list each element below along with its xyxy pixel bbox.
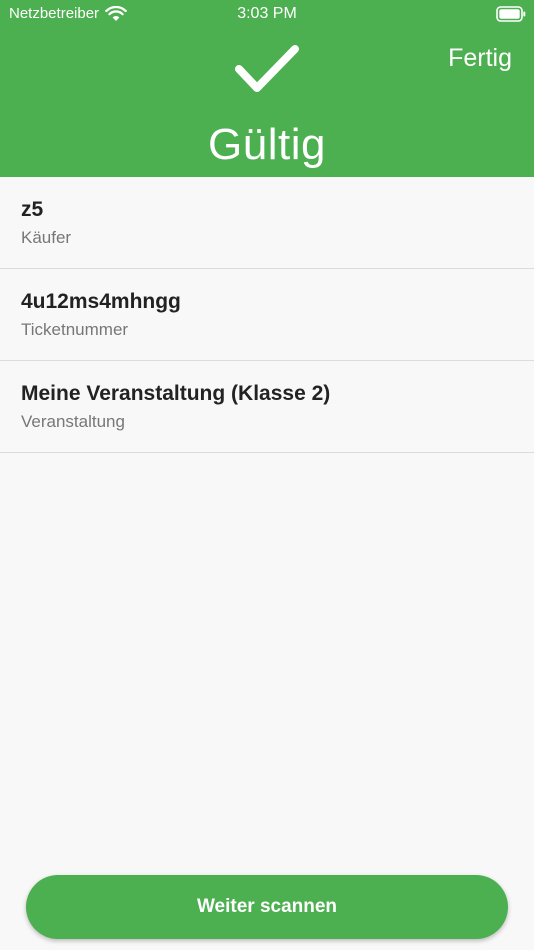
buyer-value: z5	[21, 198, 44, 221]
result-header: Netzbetreiber 3:03 PM Fertig Gültig	[0, 0, 534, 177]
buyer-label: Käufer	[21, 228, 72, 247]
continue-scanning-button[interactable]: Weiter scannen	[26, 875, 508, 939]
battery-icon	[496, 6, 526, 22]
event-value: Meine Veranstaltung (Klasse 2)	[21, 382, 331, 405]
check-icon	[235, 45, 299, 92]
ticket-number-row: 4u12ms4mhngg Ticketnummer	[0, 269, 534, 361]
buyer-row: z5 Käufer	[0, 177, 534, 269]
clock: 3:03 PM	[237, 5, 297, 22]
event-row: Meine Veranstaltung (Klasse 2) Veranstal…	[0, 361, 534, 453]
ticket-details: z5 Käufer 4u12ms4mhngg Ticketnummer Mein…	[0, 177, 534, 453]
validity-status: Gültig	[208, 120, 326, 169]
done-button[interactable]: Fertig	[448, 42, 512, 74]
status-bar: Netzbetreiber 3:03 PM	[0, 0, 534, 28]
ticket-number-label: Ticketnummer	[21, 320, 129, 339]
ticket-number-value: 4u12ms4mhngg	[21, 290, 181, 313]
event-label: Veranstaltung	[21, 412, 125, 431]
